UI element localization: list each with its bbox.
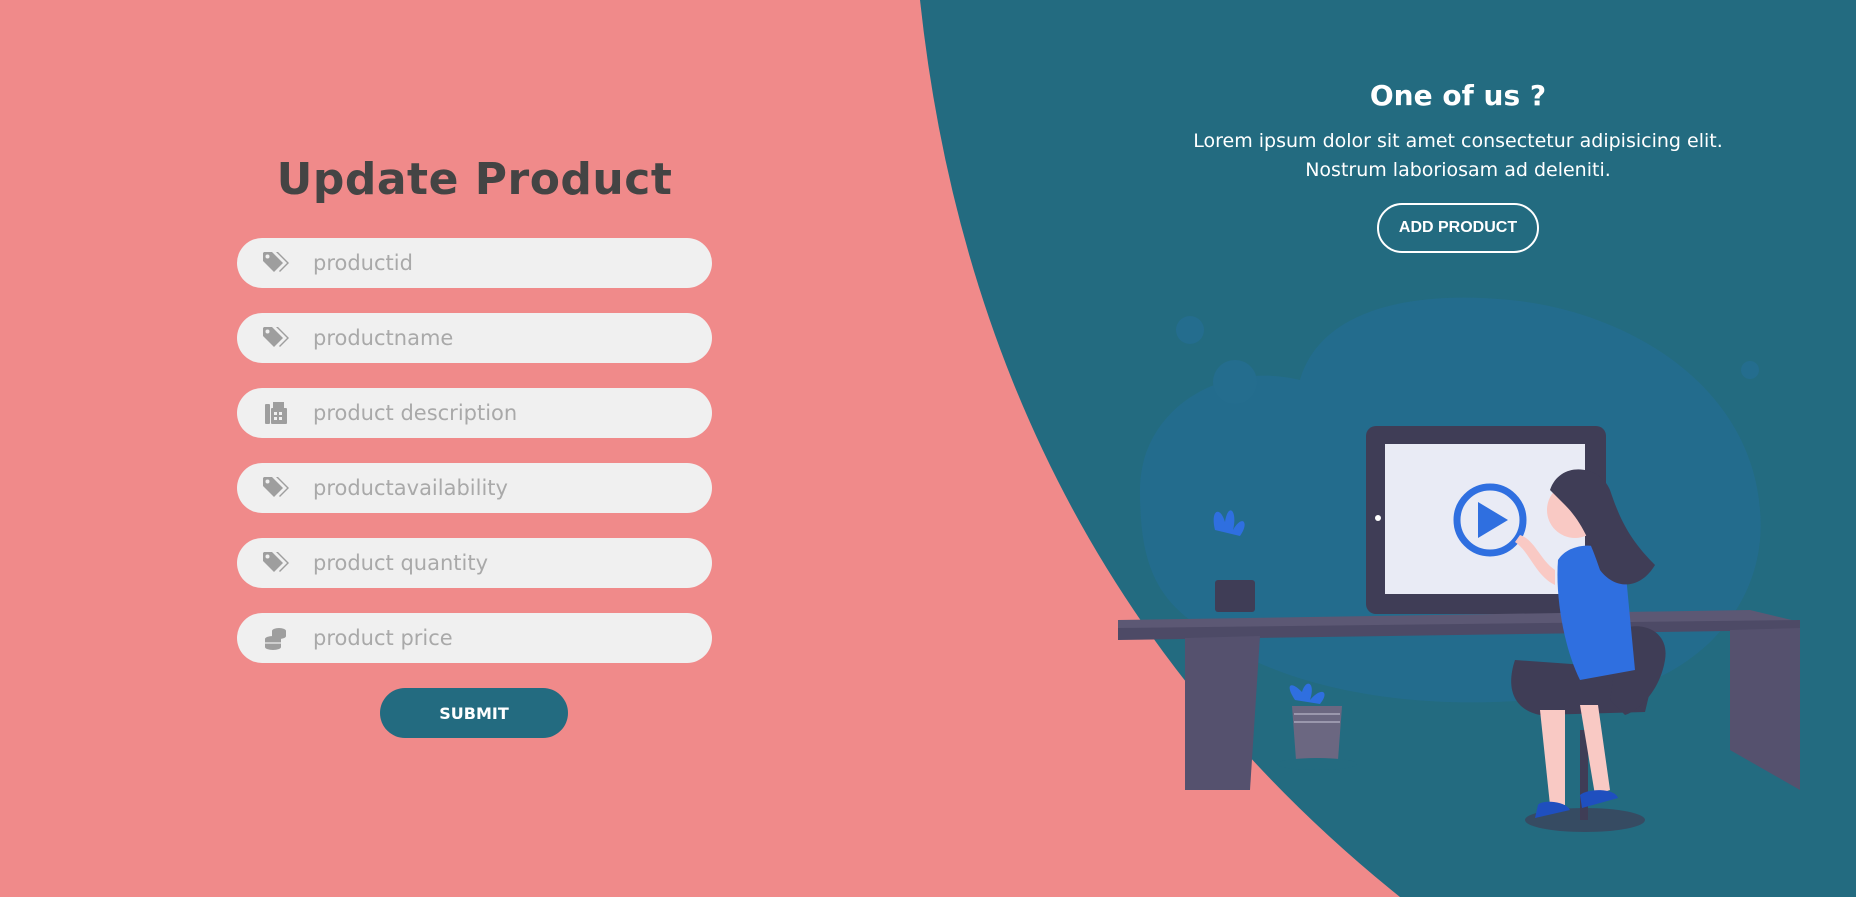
cta-text: Lorem ipsum dolor sit amet consectetur a… (1193, 130, 1723, 181)
desk-illustration (1118, 297, 1800, 832)
submit-button[interactable]: SUBMIT (380, 688, 568, 738)
product-quantity-input[interactable] (313, 538, 693, 588)
add-product-button[interactable]: ADD PRODUCT (1377, 203, 1539, 253)
form-title: Update Product (276, 154, 673, 205)
product-quantity-field[interactable] (237, 538, 712, 588)
productname-field[interactable] (237, 313, 712, 363)
fax-icon (261, 400, 291, 426)
product-description-field[interactable] (237, 388, 712, 438)
productavailability-input[interactable] (313, 463, 693, 513)
productname-input[interactable] (313, 313, 693, 363)
productid-field[interactable] (237, 238, 712, 288)
productavailability-field[interactable] (237, 463, 712, 513)
product-description-input[interactable] (313, 388, 693, 438)
tags-icon (261, 325, 291, 351)
coins-icon (261, 625, 291, 651)
tags-icon (261, 250, 291, 276)
update-product-form: Update Product productid productname pro… (237, 150, 712, 738)
tags-icon (261, 475, 291, 501)
product-price-input[interactable] (313, 613, 693, 663)
productid-input[interactable] (313, 238, 693, 288)
cta-panel: One of us ? Lorem ipsum dolor sit amet c… (1130, 75, 1786, 253)
tags-icon (261, 550, 291, 576)
cta-title: One of us ? (1369, 79, 1547, 112)
product-price-field[interactable] (237, 613, 712, 663)
